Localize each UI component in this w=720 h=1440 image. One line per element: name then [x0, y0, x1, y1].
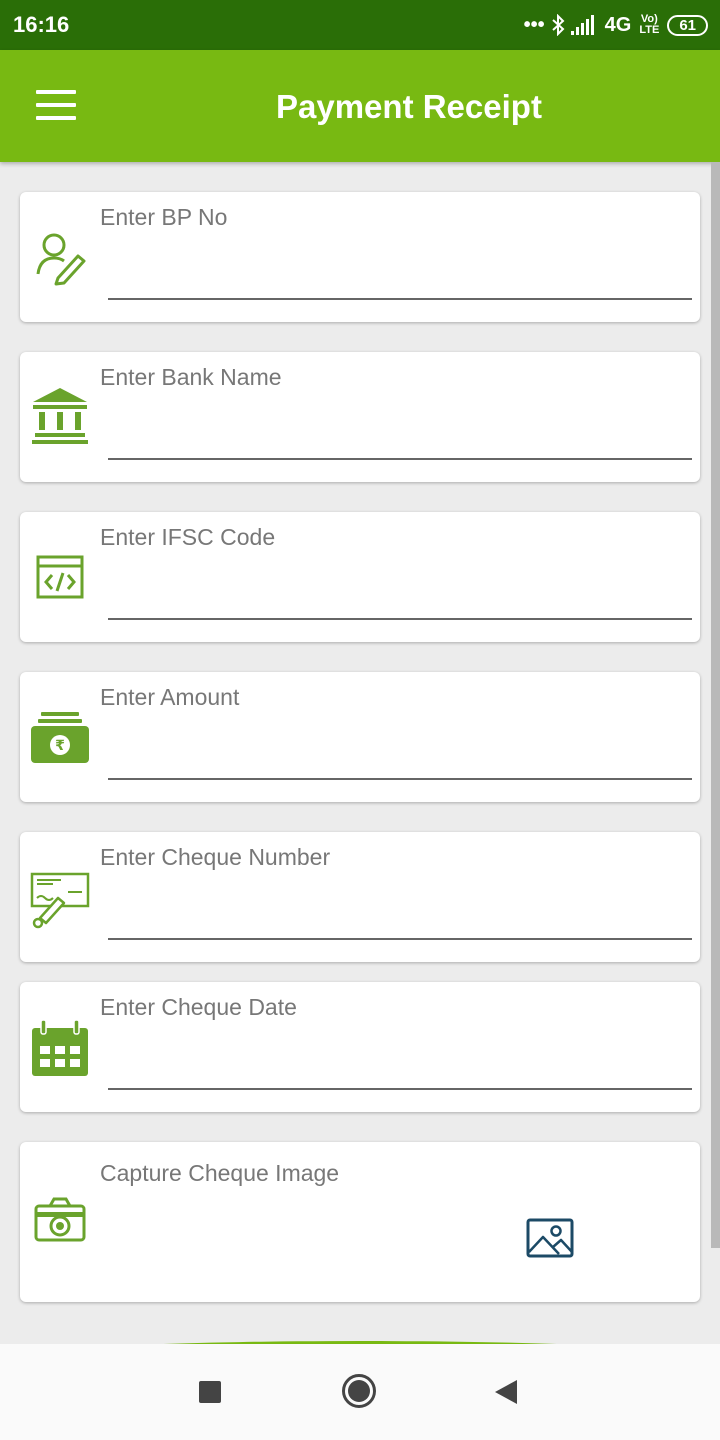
ifsc-code-label: Enter IFSC Code — [100, 524, 276, 550]
amount-label: Enter Amount — [100, 684, 240, 710]
bank-name-input-underline[interactable] — [108, 458, 692, 460]
bank-name-card[interactable]: Enter Bank Name — [20, 352, 700, 482]
cheque-sign-icon — [30, 872, 90, 929]
status-icons: ••• 4G Vo) LTE 61 — [524, 12, 708, 38]
back-icon[interactable] — [493, 1378, 519, 1406]
ifsc-code-card[interactable]: Enter IFSC Code — [20, 512, 700, 642]
cheque-date-label: Enter Cheque Date — [100, 994, 297, 1020]
capture-cheque-card[interactable]: Capture Cheque Image — [20, 1142, 700, 1302]
user-edit-icon — [36, 233, 86, 286]
code-window-icon — [36, 555, 84, 599]
cheque-number-card[interactable]: Enter Cheque Number — [20, 832, 700, 962]
cheque-number-label: Enter Cheque Number — [100, 844, 331, 870]
bank-name-label: Enter Bank Name — [100, 364, 282, 390]
cheque-date-card[interactable]: Enter Cheque Date — [20, 982, 700, 1112]
rupee-money-icon: ₹ — [31, 712, 89, 763]
calendar-icon — [32, 1019, 88, 1076]
cheque-date-input-underline[interactable] — [108, 1088, 692, 1090]
bp-no-label: Enter BP No — [100, 204, 228, 230]
network-type: 4G — [604, 13, 632, 36]
amount-input-underline[interactable] — [108, 778, 692, 780]
more-dots-icon: ••• — [523, 13, 545, 36]
bp-no-card[interactable]: Enter BP No — [20, 192, 700, 322]
home-icon[interactable] — [341, 1373, 377, 1409]
bp-no-input-underline[interactable] — [108, 298, 692, 300]
amount-card[interactable]: ₹ Enter Amount — [20, 672, 700, 802]
cheque-number-input-underline[interactable] — [108, 938, 692, 940]
hamburger-menu-icon[interactable] — [34, 88, 78, 122]
bank-building-icon — [32, 388, 88, 444]
signal-icon — [570, 15, 594, 35]
status-time: 16:16 — [13, 12, 70, 37]
bluetooth-icon — [551, 14, 565, 36]
svg-text:₹: ₹ — [55, 738, 65, 754]
scrollbar[interactable] — [711, 162, 720, 1248]
ifsc-code-input-underline[interactable] — [108, 618, 692, 620]
system-nav-bar — [0, 1344, 720, 1440]
image-gallery-icon[interactable] — [526, 1218, 574, 1258]
capture-cheque-label: Capture Cheque Image — [100, 1160, 340, 1186]
camera-icon[interactable] — [30, 1192, 90, 1252]
volte-badge: Vo) LTE — [639, 13, 660, 36]
recent-apps-icon[interactable] — [199, 1381, 221, 1403]
app-bar: Payment Receipt — [0, 50, 720, 162]
page-title: Payment Receipt — [276, 88, 542, 125]
status-bar: 16:16 ••• 4G Vo) LTE 61 — [0, 0, 720, 50]
battery-indicator: 61 — [667, 14, 708, 36]
